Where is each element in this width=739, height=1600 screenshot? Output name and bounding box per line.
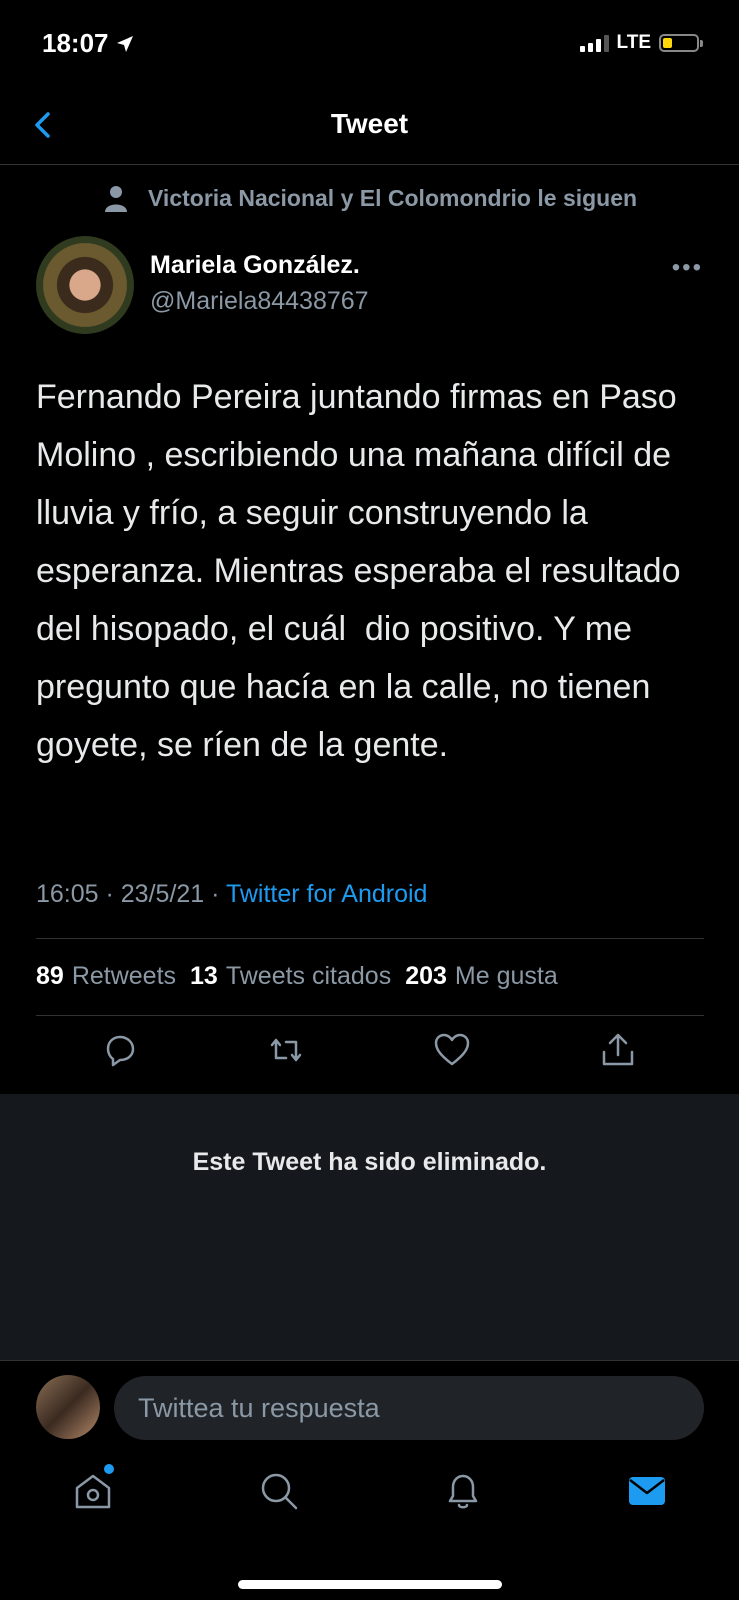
tweet-actions [0, 1030, 739, 1080]
retweets-stat[interactable]: 89 Retweets [36, 962, 176, 991]
retweets-label: Retweets [71, 962, 177, 990]
tab-home[interactable] [70, 1464, 116, 1514]
tweet-time: 16:05 [36, 880, 99, 908]
author-name[interactable]: Mariela González. [150, 251, 360, 280]
tweet-text: Fernando Pereira juntando firmas en Paso… [36, 378, 690, 764]
share-icon[interactable] [598, 1030, 638, 1070]
likes-count: 203 [405, 962, 447, 990]
stats-bottom-divider [36, 1015, 704, 1016]
page-title: Tweet [330, 108, 409, 139]
social-context[interactable]: Victoria Nacional y El Colomondrio le si… [104, 184, 637, 212]
quotes-count: 13 [190, 962, 218, 990]
tweet-meta: 16:05 · 23/5/21 · Twitter for Android [36, 880, 428, 908]
deleted-notice: Este Tweet ha sido eliminado. [192, 1148, 547, 1176]
likes-stat[interactable]: 203 Me gusta [405, 962, 558, 991]
tweet-source[interactable]: Twitter for Android [226, 880, 427, 908]
tab-messages[interactable] [624, 1468, 670, 1514]
signal-icon [579, 34, 609, 52]
notifications-icon [448, 1474, 478, 1509]
reply-input[interactable]: Twittea tu respuesta [114, 1376, 704, 1440]
author-handle[interactable]: @Mariela84438767 [150, 287, 369, 316]
tweet-date: 23/5/21 [120, 880, 205, 908]
search-icon [261, 1473, 298, 1510]
quotes-stat[interactable]: 13 Tweets citados [190, 962, 391, 991]
location-arrow-icon [116, 35, 133, 52]
header: Tweet [0, 88, 739, 164]
messages-icon [629, 1477, 665, 1505]
person-icon [105, 186, 127, 212]
status-bar-indicators: LTE [579, 32, 703, 54]
deleted-tweet-panel: Este Tweet ha sido eliminado. [0, 1094, 739, 1360]
home-icon [75, 1474, 111, 1509]
reply-icon[interactable] [100, 1030, 140, 1070]
clock-text: 18:07 [42, 28, 109, 58]
quotes-label: Tweets citados [225, 962, 392, 990]
retweets-count: 89 [36, 962, 64, 990]
likes-label: Me gusta [454, 962, 558, 990]
tab-search[interactable] [256, 1468, 302, 1514]
network-label: LTE [616, 32, 651, 53]
status-bar-time: 18:07 [42, 28, 135, 59]
home-indicator [238, 1580, 502, 1589]
retweet-icon[interactable] [266, 1030, 306, 1070]
stats-top-divider [36, 938, 704, 939]
tweet-stats: 89 Retweets 13 Tweets citados 203 Me gusta [36, 962, 558, 991]
battery-icon [659, 34, 703, 52]
reply-placeholder: Twittea tu respuesta [138, 1393, 380, 1423]
notification-dot [104, 1464, 114, 1474]
more-options-icon[interactable]: ••• [672, 254, 703, 282]
author-avatar[interactable] [36, 236, 134, 334]
bottom-tab-bar [0, 1464, 739, 1538]
reply-divider [0, 1360, 739, 1361]
like-icon[interactable] [432, 1030, 472, 1070]
user-avatar[interactable] [36, 1375, 100, 1439]
header-divider [0, 164, 739, 165]
tab-notifications[interactable] [440, 1468, 486, 1514]
social-context-text: Victoria Nacional y El Colomondrio le si… [148, 184, 638, 211]
